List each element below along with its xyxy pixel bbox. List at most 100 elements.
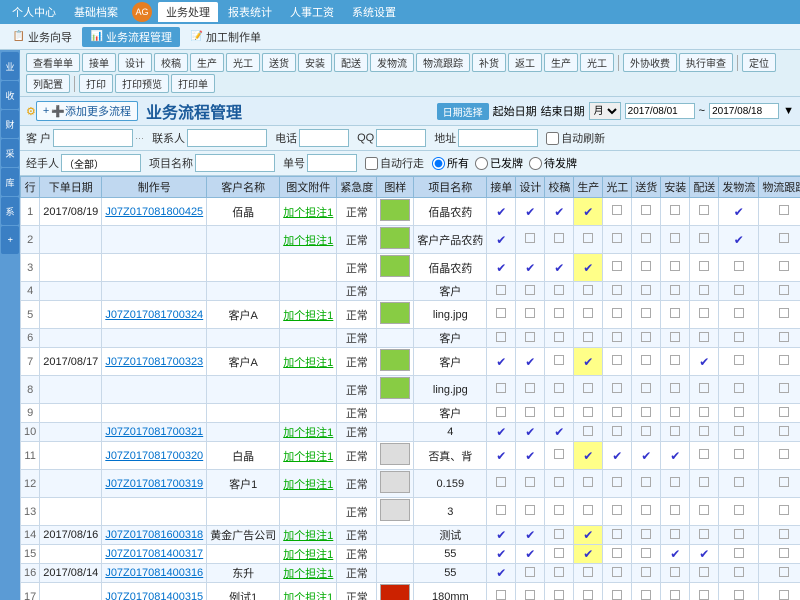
nav-report-stats[interactable]: 报表统计 — [220, 2, 280, 22]
check-xiaogao[interactable] — [545, 404, 574, 423]
check-guanggong[interactable]: ✔ — [603, 442, 632, 470]
btn-production2[interactable]: 生产 — [544, 53, 578, 72]
check-xiaogao[interactable] — [545, 526, 574, 545]
doc-attach-link[interactable]: 加个担注1 — [283, 310, 333, 322]
check-jiedan[interactable]: ✔ — [487, 564, 516, 583]
check-songhuo[interactable] — [632, 564, 661, 583]
customer-input[interactable] — [53, 129, 133, 147]
status-all[interactable]: 所有 — [432, 155, 469, 171]
check-anzhuang[interactable] — [661, 404, 690, 423]
check-songhuo[interactable] — [632, 498, 661, 526]
check-anzhuang[interactable] — [661, 498, 690, 526]
btn-delivery[interactable]: 送货 — [262, 53, 296, 72]
nav-business-process[interactable]: 业务处理 — [158, 2, 218, 22]
check-jiedan[interactable]: ✔ — [487, 226, 516, 254]
check-jiedan[interactable] — [487, 301, 516, 329]
left-icon-purchase[interactable]: 采 — [1, 139, 19, 167]
check-shengchan[interactable]: ✔ — [574, 526, 603, 545]
btn-design[interactable]: 设计 — [118, 53, 152, 72]
nav-business-guide[interactable]: 📋 业务向导 — [4, 27, 80, 47]
check-anzhuang[interactable] — [661, 329, 690, 348]
btn-distribute[interactable]: 配送 — [334, 53, 368, 72]
check-sheji[interactable]: ✔ — [516, 198, 545, 226]
check-shengchan[interactable] — [574, 329, 603, 348]
check-sheji[interactable] — [516, 282, 545, 301]
check-shengchan[interactable] — [574, 301, 603, 329]
check-peisong[interactable] — [690, 583, 719, 600]
check-xiaogao[interactable] — [545, 301, 574, 329]
month-select[interactable]: 月 — [589, 102, 621, 120]
left-icon-add[interactable]: + — [1, 226, 19, 254]
btn-accept-order[interactable]: 接单 — [82, 53, 116, 72]
check-songhuo[interactable] — [632, 329, 661, 348]
check-songhuo[interactable] — [632, 198, 661, 226]
check-guanggong[interactable] — [603, 226, 632, 254]
check-fahualiu[interactable] — [719, 564, 759, 583]
btn-light-work2[interactable]: 光工 — [580, 53, 614, 72]
btn-send-logistics[interactable]: 发物流 — [370, 53, 414, 72]
nav-processing-order[interactable]: 📝 加工制作单 — [182, 27, 269, 47]
check-fahualiu[interactable] — [719, 583, 759, 600]
btn-proofread[interactable]: 校稿 — [154, 53, 188, 72]
check-shengchan[interactable]: ✔ — [574, 545, 603, 564]
check-jiedan[interactable] — [487, 583, 516, 600]
check-guanggong[interactable] — [603, 301, 632, 329]
check-anzhuang[interactable]: ✔ — [661, 545, 690, 564]
check-fahualiu[interactable] — [719, 545, 759, 564]
check-anzhuang[interactable] — [661, 423, 690, 442]
check-songhuo[interactable] — [632, 282, 661, 301]
check-peisong[interactable] — [690, 329, 719, 348]
check-xiaogao[interactable] — [545, 470, 574, 498]
doc-attach-link[interactable]: 加个担注1 — [283, 530, 333, 542]
check-anzhuang[interactable] — [661, 226, 690, 254]
check-shengchan[interactable] — [574, 498, 603, 526]
check-sheji[interactable] — [516, 470, 545, 498]
check-shengchan[interactable] — [574, 226, 603, 254]
check-songhuo[interactable] — [632, 545, 661, 564]
check-peisong[interactable] — [690, 498, 719, 526]
check-songhuo[interactable] — [632, 376, 661, 404]
check-sheji[interactable]: ✔ — [516, 348, 545, 376]
check-songhuo[interactable] — [632, 254, 661, 282]
check-songhuo[interactable] — [632, 226, 661, 254]
add-process-button[interactable]: + ➕添加更多流程 — [36, 101, 138, 121]
check-guanggong[interactable] — [603, 282, 632, 301]
check-anzhuang[interactable] — [661, 301, 690, 329]
check-anzhuang[interactable] — [661, 583, 690, 600]
check-shengchan[interactable] — [574, 564, 603, 583]
check-shengchan[interactable] — [574, 376, 603, 404]
check-jiedan[interactable]: ✔ — [487, 442, 516, 470]
check-jiedan[interactable] — [487, 282, 516, 301]
check-guanggong[interactable] — [603, 254, 632, 282]
doc-attach-link[interactable]: 加个担注1 — [283, 235, 333, 247]
check-peisong[interactable] — [690, 404, 719, 423]
check-fahualiu[interactable]: ✔ — [719, 198, 759, 226]
btn-outsource-fee[interactable]: 外协收费 — [623, 53, 677, 72]
check-guanggong[interactable] — [603, 583, 632, 600]
check-sheji[interactable] — [516, 583, 545, 600]
check-songhuo[interactable]: ✔ — [632, 442, 661, 470]
check-fahualiu[interactable] — [719, 376, 759, 404]
btn-rework[interactable]: 返工 — [508, 53, 542, 72]
btn-locate[interactable]: 定位 — [742, 53, 776, 72]
status-pending[interactable]: 待发牌 — [529, 155, 577, 171]
check-anzhuang[interactable] — [661, 470, 690, 498]
check-shengchan[interactable] — [574, 583, 603, 600]
date-select-label[interactable]: 日期选择 — [437, 103, 489, 120]
check-xiaogao[interactable] — [545, 226, 574, 254]
left-icon-warehouse[interactable]: 库 — [1, 168, 19, 196]
check-guanggong[interactable] — [603, 329, 632, 348]
check-fahualiu[interactable] — [719, 498, 759, 526]
check-songhuo[interactable] — [632, 583, 661, 600]
project-input[interactable] — [195, 154, 275, 172]
doc-attach-link[interactable]: 加个担注1 — [283, 479, 333, 491]
check-fahualiu[interactable] — [719, 404, 759, 423]
end-date-input[interactable] — [709, 103, 779, 119]
check-peisong[interactable] — [690, 301, 719, 329]
check-peisong[interactable]: ✔ — [690, 348, 719, 376]
check-guanggong[interactable] — [603, 348, 632, 376]
check-xiaogao[interactable]: ✔ — [545, 254, 574, 282]
check-jiedan[interactable] — [487, 376, 516, 404]
check-jiedan[interactable] — [487, 470, 516, 498]
doc-attach-link[interactable]: 加个担注1 — [283, 568, 333, 580]
